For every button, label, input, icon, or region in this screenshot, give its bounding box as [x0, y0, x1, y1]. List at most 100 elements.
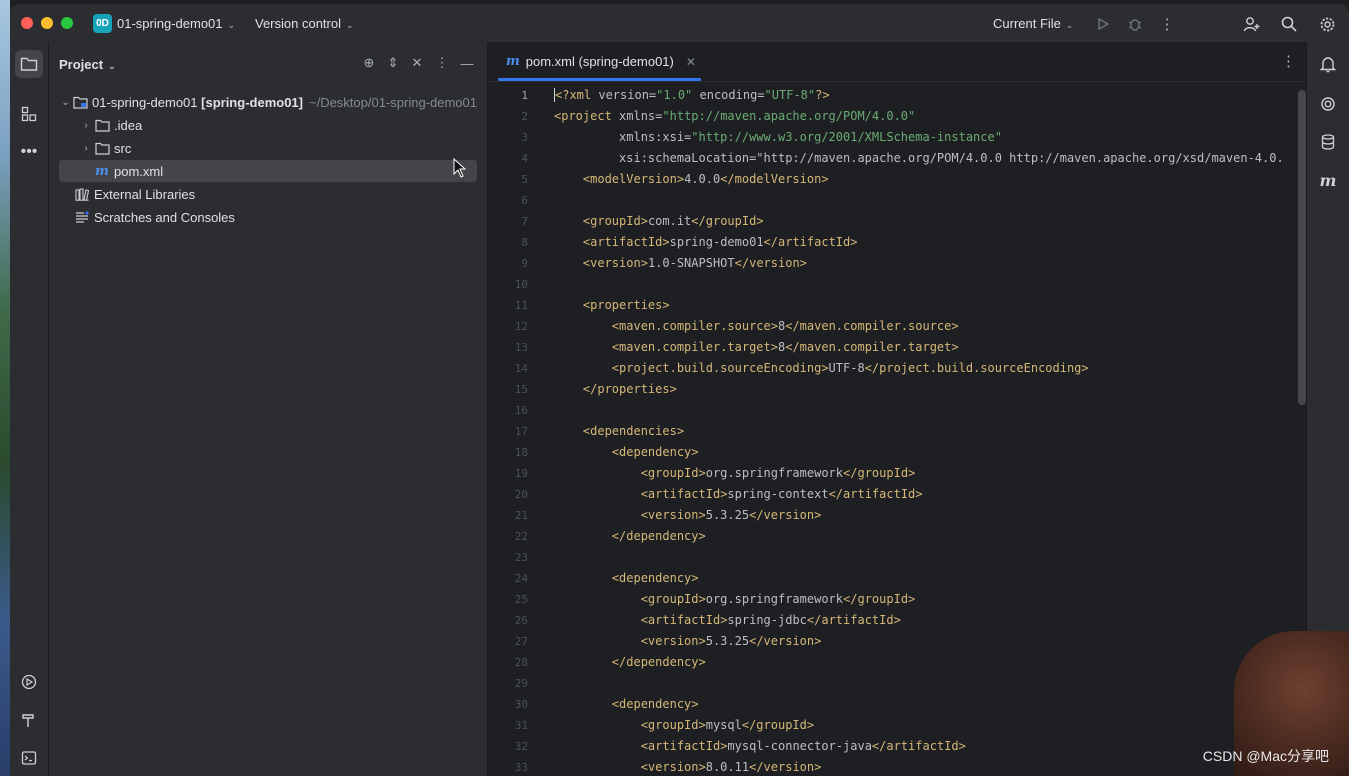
editor-options-icon[interactable]: ⋮ [1281, 52, 1296, 70]
collapse-all-icon[interactable]: ✕ [407, 53, 427, 73]
chevron-down-icon: ⌄ [61, 96, 70, 108]
line-number: 23 [514, 551, 528, 564]
code-line[interactable] [554, 400, 1304, 421]
more-actions-icon[interactable]: ⋮ [1156, 13, 1178, 35]
line-number: 4 [521, 152, 528, 165]
code-line[interactable] [554, 274, 1304, 295]
ai-assistant-icon[interactable] [1314, 90, 1342, 118]
code-line[interactable] [554, 673, 1304, 694]
run-icon[interactable] [1092, 13, 1114, 35]
code-line[interactable] [554, 190, 1304, 211]
code-line[interactable]: <artifactId>spring-context</artifactId> [554, 484, 1304, 505]
terminal-tool-button[interactable] [15, 744, 43, 772]
line-number: 31 [514, 719, 528, 732]
hide-panel-icon[interactable]: — [457, 53, 477, 73]
code-line[interactable]: <version>5.3.25</version> [554, 505, 1304, 526]
tree-item-src[interactable]: › src [59, 137, 497, 159]
code-line[interactable]: <artifactId>spring-demo01</artifactId> [554, 232, 1304, 253]
editor-tab-bar: m pom.xml (spring-demo01) ✕ ⋮ [488, 42, 1306, 82]
code-line[interactable]: <modelVersion>4.0.0</modelVersion> [554, 169, 1304, 190]
code-line[interactable]: <project xmlns="http://maven.apache.org/… [554, 106, 1304, 127]
project-root-label: 01-spring-demo01 [92, 94, 198, 110]
services-icon [21, 674, 37, 690]
code-line[interactable]: xmlns:xsi="http://www.w3.org/2001/XMLSch… [554, 127, 1304, 148]
title-bar: 0D 01-spring-demo01 ⌄ Version control ⌄ Cu… [10, 4, 1349, 43]
add-user-icon[interactable] [1240, 13, 1262, 35]
project-badge: 0D [93, 14, 112, 33]
code-line[interactable]: <properties> [554, 295, 1304, 316]
folder-icon [93, 119, 111, 132]
build-tool-button[interactable] [15, 706, 43, 734]
project-switcher[interactable]: 01-spring-demo01 ⌄ [117, 16, 235, 31]
code-line[interactable]: <version>5.3.25</version> [554, 631, 1304, 652]
line-number: 5 [521, 173, 528, 186]
project-panel: Project ⌄ ⊕ ⇕ ✕ ⋮ — ⌄ 01-spring-demo01 [s… [49, 42, 488, 776]
line-number: 13 [514, 341, 528, 354]
tab-pom-xml[interactable]: m pom.xml (spring-demo01) ✕ [498, 42, 704, 81]
expand-all-icon[interactable]: ⇕ [383, 53, 403, 73]
line-number: 16 [514, 404, 528, 417]
terminal-icon [21, 751, 37, 765]
database-icon[interactable] [1314, 128, 1342, 156]
line-number-gutter: 1 2 3 4 5 6 7 8 9 10 11 12 13 14 15 16 17 18 19 20 21 22 23 24 2… [488, 85, 540, 776]
structure-icon [21, 106, 37, 122]
tree-item-label: External Libraries [94, 186, 196, 202]
line-number: 17 [514, 425, 528, 438]
code-line[interactable]: <?xml version="1.0" encoding="UTF-8"?> [554, 85, 1304, 106]
tree-item-project-root[interactable]: ⌄ 01-spring-demo01 [spring-demo01] ~/Des… [59, 91, 477, 113]
code-line[interactable]: </dependency> [554, 652, 1304, 673]
chevron-right-icon: › [84, 142, 88, 154]
services-tool-button[interactable] [15, 668, 43, 696]
code-line[interactable]: <project.build.sourceEncoding>UTF-8</pro… [554, 358, 1304, 379]
tree-item-external-libraries[interactable]: External Libraries [59, 183, 491, 205]
maven-file-icon: m [506, 54, 520, 69]
minimize-window-button[interactable] [41, 17, 53, 29]
structure-tool-button[interactable] [15, 100, 43, 128]
maven-icon[interactable]: m [1314, 166, 1342, 194]
locate-file-icon[interactable]: ⊕ [359, 53, 379, 73]
code-line[interactable]: <dependencies> [554, 421, 1304, 442]
code-line[interactable]: <dependency> [554, 568, 1304, 589]
code-line[interactable]: <groupId>org.springframework</groupId> [554, 589, 1304, 610]
run-config-selector[interactable]: Current File ⌄ [993, 16, 1073, 31]
debug-icon[interactable] [1124, 13, 1146, 35]
close-window-button[interactable] [21, 17, 33, 29]
code-line[interactable]: <groupId>com.it</groupId> [554, 211, 1304, 232]
panel-options-icon[interactable]: ⋮ [432, 53, 452, 73]
tree-item-label: .idea [114, 117, 143, 133]
ide-window: 0D 01-spring-demo01 ⌄ Version control ⌄ Cu… [10, 4, 1349, 776]
zoom-window-button[interactable] [61, 17, 73, 29]
project-tool-button[interactable] [15, 50, 43, 78]
code-line[interactable]: <artifactId>spring-jdbc</artifactId> [554, 610, 1304, 631]
code-line[interactable]: <maven.compiler.target>8</maven.compiler… [554, 337, 1304, 358]
close-tab-icon[interactable]: ✕ [686, 55, 696, 69]
watermark-text: CSDN @Mac分享吧 [1202, 748, 1329, 764]
tree-item-scratches[interactable]: Scratches and Consoles [59, 206, 491, 228]
more-tools-icon[interactable]: ••• [15, 138, 43, 166]
hammer-icon [22, 714, 34, 727]
project-name: 01-spring-demo01 [117, 16, 223, 31]
code-line[interactable]: </dependency> [554, 526, 1304, 547]
settings-gear-icon[interactable] [1316, 13, 1338, 35]
project-panel-title[interactable]: Project ⌄ [59, 57, 116, 72]
code-line[interactable]: <groupId>org.springframework</groupId> [554, 463, 1304, 484]
code-line[interactable]: <artifactId>mysql-connector-java</artifa… [554, 736, 1304, 757]
code-line[interactable]: <version>8.0.11</version> [554, 757, 1304, 776]
code-line[interactable]: <maven.compiler.source>8</maven.compiler… [554, 316, 1304, 337]
editor-scrollbar[interactable] [1298, 90, 1306, 405]
code-line[interactable] [554, 547, 1304, 568]
search-icon[interactable] [1278, 13, 1300, 35]
code-line[interactable]: </properties> [554, 379, 1304, 400]
tree-item-pom-xml[interactable]: m pom.xml [59, 160, 477, 182]
code-line[interactable]: <version>1.0-SNAPSHOT</version> [554, 253, 1304, 274]
code-line[interactable]: <dependency> [554, 442, 1304, 463]
version-control-menu[interactable]: Version control ⌄ [255, 16, 354, 31]
notifications-bell-icon[interactable] [1314, 50, 1342, 78]
code-line[interactable]: <dependency> [554, 694, 1304, 715]
code-line[interactable]: xsi:schemaLocation="http://maven.apache.… [554, 148, 1304, 169]
editor-area: m pom.xml (spring-demo01) ✕ ⋮ 1234567891… [488, 42, 1306, 776]
code-line[interactable]: <groupId>mysql</groupId> [554, 715, 1304, 736]
tree-item-idea[interactable]: › .idea [59, 114, 497, 136]
desktop-background [0, 0, 10, 776]
code-editor[interactable]: <?xml version="1.0" encoding="UTF-8"?> <p… [554, 85, 1304, 776]
